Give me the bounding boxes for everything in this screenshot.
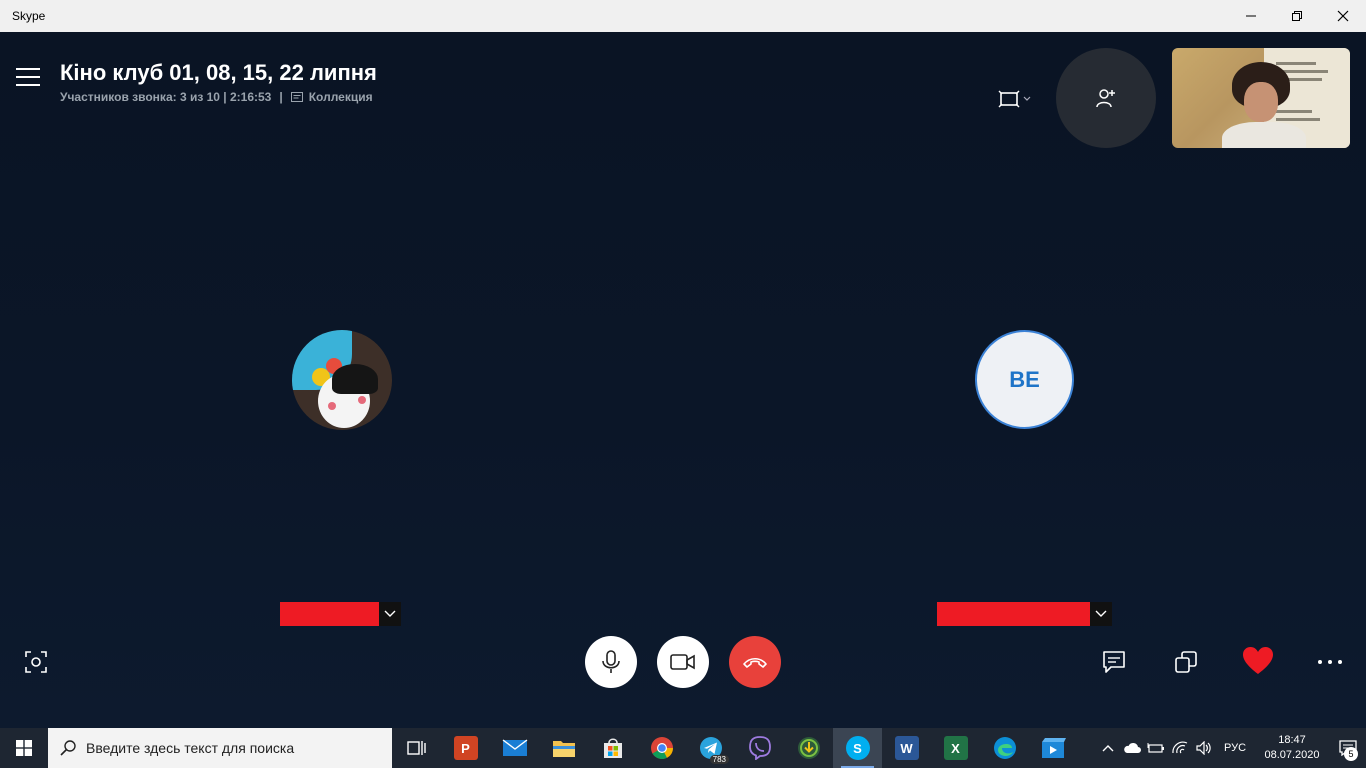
taskbar-explorer[interactable] — [539, 728, 588, 768]
subtitle-separator: | — [279, 90, 283, 104]
clock-time: 18:47 — [1278, 734, 1306, 746]
collection-icon — [290, 92, 303, 102]
tray-onedrive[interactable] — [1120, 728, 1144, 768]
window-titlebar: Skype — [0, 0, 1366, 32]
window-controls — [1228, 0, 1366, 32]
participants-count: Участников звонка: 3 из 10 | 2:16:53 — [60, 90, 272, 104]
taskbar-viber[interactable] — [735, 728, 784, 768]
cloud-icon — [1124, 742, 1141, 753]
start-button[interactable] — [0, 728, 48, 768]
taskbar-store[interactable] — [588, 728, 637, 768]
word-icon: W — [894, 736, 919, 760]
powerpoint-icon: P — [453, 736, 478, 760]
chevron-down-icon — [1095, 610, 1107, 617]
tray-language[interactable]: РУС — [1216, 728, 1254, 768]
chevron-down-icon — [1023, 96, 1031, 101]
taskbar-powerpoint[interactable]: P — [441, 728, 490, 768]
restore-button[interactable] — [1274, 0, 1320, 32]
tray-overflow[interactable] — [1096, 728, 1120, 768]
video-button[interactable] — [657, 636, 709, 688]
skype-icon: S — [845, 736, 870, 760]
mail-icon — [502, 739, 527, 756]
search-placeholder: Введите здесь текст для поиска — [86, 740, 295, 756]
taskbar-search[interactable]: Введите здесь текст для поиска — [48, 728, 392, 768]
tray-wifi[interactable] — [1168, 728, 1192, 768]
chevron-down-icon — [384, 610, 396, 617]
taskbar-edge[interactable] — [980, 728, 1029, 768]
folder-icon — [552, 741, 575, 757]
close-icon — [1337, 10, 1349, 22]
taskbar-video-editor[interactable] — [1029, 728, 1078, 768]
taskbar-skype[interactable]: S — [833, 728, 882, 768]
phone-hangup-icon — [743, 657, 767, 668]
notification-count: 5 — [1344, 747, 1358, 761]
system-tray: РУС 18:47 08.07.2020 5 — [1096, 728, 1366, 768]
video-editor-icon — [1041, 738, 1066, 758]
task-view-button[interactable] — [392, 728, 441, 768]
hangup-button[interactable] — [729, 636, 781, 688]
chrome-icon — [650, 737, 673, 759]
call-view: Кіно клуб 01, 08, 15, 22 липня Участнико… — [0, 32, 1366, 728]
layout-icon — [998, 90, 1020, 108]
speaker-icon — [1196, 741, 1211, 755]
tray-volume[interactable] — [1192, 728, 1216, 768]
tray-clock[interactable]: 18:47 08.07.2020 — [1254, 733, 1330, 763]
chat-button[interactable] — [1102, 650, 1126, 674]
snapshot-button[interactable] — [24, 650, 48, 674]
share-screen-button[interactable] — [1174, 650, 1198, 674]
react-button[interactable] — [1242, 646, 1274, 676]
taskbar-telegram[interactable]: 783 — [686, 728, 735, 768]
windows-taskbar: Введите здесь текст для поиска P 783 S W… — [0, 728, 1366, 768]
taskbar-mail[interactable] — [490, 728, 539, 768]
store-icon — [603, 738, 622, 758]
call-title: Кіно клуб 01, 08, 15, 22 липня — [60, 60, 377, 85]
telegram-badge: 783 — [709, 755, 729, 764]
participant-name-plate[interactable] — [280, 602, 401, 626]
call-subtitle: Участников звонка: 3 из 10 | 2:16:53 | К… — [60, 90, 373, 104]
participant-name-plate[interactable] — [937, 602, 1112, 626]
participant-avatar-photo[interactable] — [292, 330, 392, 430]
restore-icon — [1292, 11, 1302, 21]
battery-icon — [1147, 743, 1164, 753]
chevron-up-icon — [1102, 745, 1114, 752]
heart-icon — [1243, 647, 1273, 674]
viber-icon — [748, 736, 771, 760]
task-view-icon — [406, 741, 426, 755]
self-video-preview[interactable] — [1172, 48, 1350, 148]
add-people-button[interactable] — [1056, 48, 1156, 148]
wifi-icon — [1172, 741, 1188, 754]
redacted-name — [937, 602, 1090, 626]
minimize-button[interactable] — [1228, 0, 1274, 32]
tray-battery[interactable] — [1144, 728, 1168, 768]
video-camera-icon — [670, 654, 695, 670]
window-title: Skype — [12, 9, 46, 23]
taskbar-word[interactable]: W — [882, 728, 931, 768]
windows-logo-icon — [16, 740, 32, 756]
action-center-button[interactable]: 5 — [1330, 728, 1366, 768]
collection-link[interactable]: Коллекция — [309, 90, 373, 104]
hamburger-icon[interactable] — [16, 68, 40, 88]
participant-avatar-initials[interactable]: BE — [975, 330, 1074, 429]
chat-icon — [1103, 651, 1125, 673]
minimize-icon — [1246, 15, 1256, 17]
close-button[interactable] — [1320, 0, 1366, 32]
taskbar-chrome[interactable] — [637, 728, 686, 768]
microphone-button[interactable] — [585, 636, 637, 688]
share-screen-icon — [1175, 651, 1197, 673]
edge-icon — [993, 737, 1016, 759]
camera-snapshot-icon — [25, 651, 47, 673]
microphone-icon — [602, 650, 620, 673]
redacted-name — [280, 602, 379, 626]
add-person-icon — [1096, 89, 1115, 108]
download-app-icon — [797, 737, 820, 759]
clock-date: 08.07.2020 — [1264, 749, 1320, 761]
layout-button[interactable] — [998, 88, 1034, 110]
search-icon — [60, 740, 76, 756]
taskbar-app-green[interactable] — [784, 728, 833, 768]
taskbar-excel[interactable]: X — [931, 728, 980, 768]
more-icon[interactable] — [1318, 658, 1342, 666]
excel-icon: X — [943, 736, 968, 760]
